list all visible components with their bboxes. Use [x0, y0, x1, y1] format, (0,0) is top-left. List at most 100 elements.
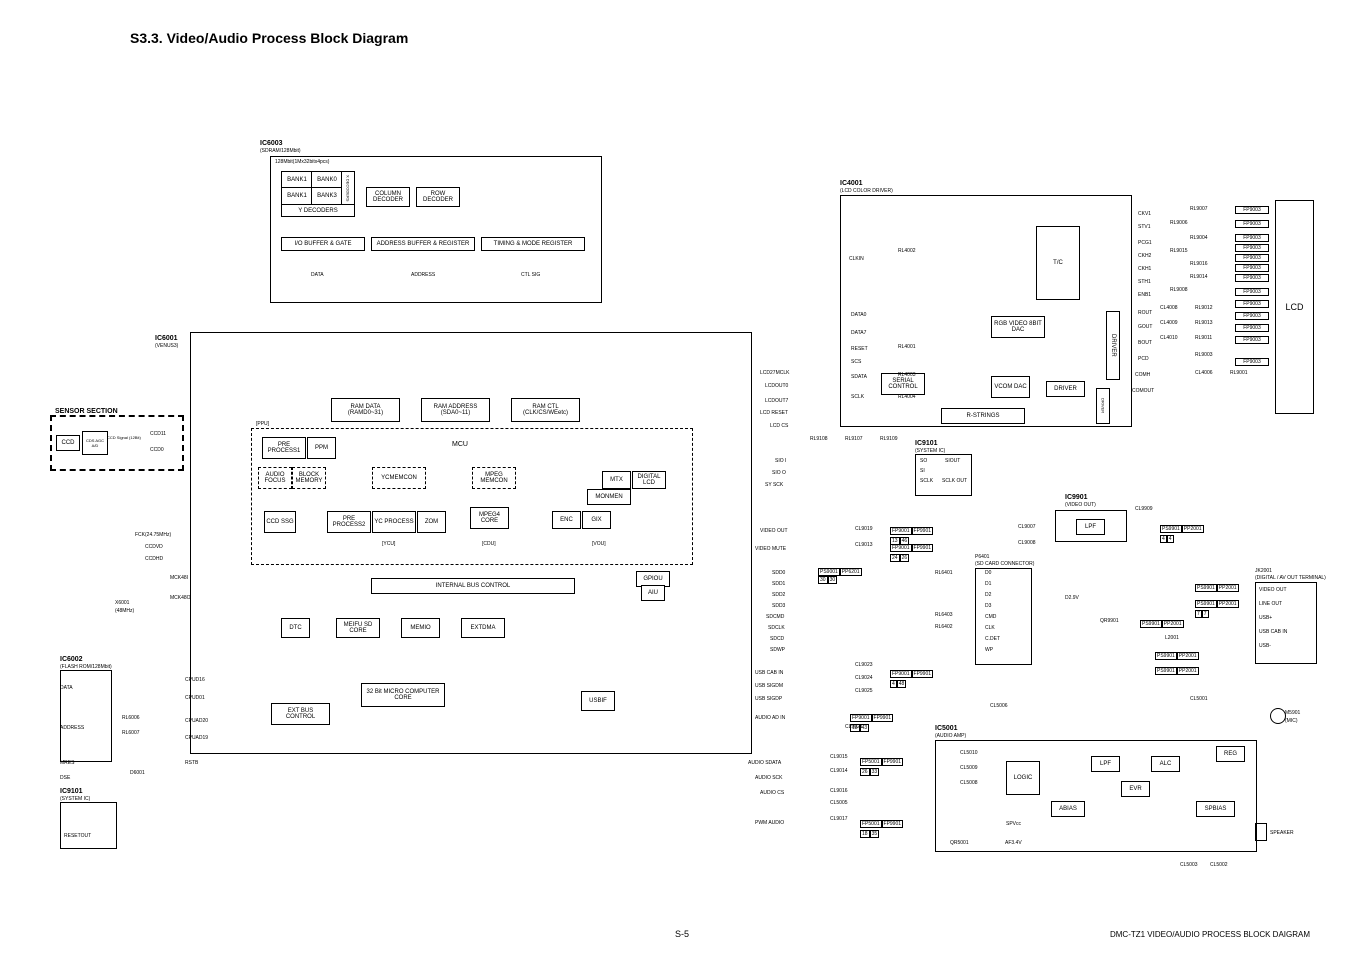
d29v: D2.9V: [1065, 595, 1079, 601]
ps9901c: PS9901: [1195, 600, 1217, 608]
d6001: D6001: [130, 770, 145, 776]
sd-fp-col: PS9001PP6201 3030: [818, 568, 862, 584]
ccdhd: CCDHD: [145, 556, 163, 562]
jk-vo: VIDEO OUT: [1259, 587, 1287, 593]
ram-ctl: RAM CTL (CLK/CS/WEetc): [511, 398, 580, 422]
yc: YC PROCESS: [372, 511, 416, 533]
jk-um: USB-: [1259, 643, 1271, 649]
cds: CDS AGC A/D: [82, 431, 108, 455]
comh: COMH: [1135, 372, 1150, 378]
cl5006: CL5006: [990, 703, 1008, 709]
lcdout7: LCDOUT7: [765, 398, 788, 404]
video-out: VIDEO OUT: [760, 528, 788, 534]
v24: 24: [890, 554, 900, 562]
driver: DRIVER: [1106, 311, 1120, 380]
fp9003-11: FP9003: [1235, 324, 1269, 332]
ic9101r-label: IC9101: [915, 440, 938, 447]
rstring: R-STRINGS: [941, 408, 1025, 424]
ccdssg: CCD SSG: [264, 511, 296, 533]
v4b: 4: [1167, 535, 1174, 543]
fck: FCK(24.75MHz): [135, 532, 171, 538]
cl9025: CL9025: [855, 688, 873, 694]
v26: 26: [900, 554, 910, 562]
fp9003-2: FP9003: [1235, 220, 1269, 228]
xdec: X DECODERS: [341, 171, 355, 205]
ic6003-label: IC6003: [260, 140, 283, 147]
mres: MRES: [60, 760, 74, 766]
audio-sdata: AUDIO SDATA: [748, 760, 781, 766]
reg: REG: [1216, 746, 1245, 762]
comout: COMOUT: [1132, 388, 1154, 394]
ps-pp-3: PS9901PP2001 77: [1195, 598, 1239, 618]
sensor-label: SENSOR SECTION: [55, 408, 118, 415]
ps9901e: PS9901: [1155, 652, 1177, 660]
audio-ad: AUDIO AD IN: [755, 715, 785, 721]
alc: ALC: [1151, 756, 1180, 772]
v18a: 18: [860, 830, 870, 838]
rl6402: RL6402: [935, 624, 953, 630]
sdd1: SDD1: [772, 581, 785, 587]
rl6006: RL6006: [122, 715, 140, 721]
ps-pp-5: PS9901PP2001: [1155, 650, 1199, 660]
vou: [VOU]: [592, 541, 606, 547]
rl6401: RL6401: [935, 570, 953, 576]
cl9024: CL9024: [855, 675, 873, 681]
rl9016: RL9016: [1190, 261, 1208, 267]
ppm: PPM: [307, 437, 336, 459]
ps9001: PS9001: [818, 568, 840, 576]
cl4006: CL4006: [1195, 370, 1213, 376]
af34: AF3.4V: [1005, 840, 1022, 846]
rl9012: RL9012: [1195, 305, 1213, 311]
bank1b: BANK1: [281, 187, 313, 205]
mck48i: MCK48I: [170, 575, 188, 581]
data-lbl: DATA: [311, 272, 324, 278]
si: SI: [920, 468, 925, 474]
block-diagram: IC6003 (SDRAM/128Mbit) 128Mbit(1Mx32bitx…: [60, 140, 1330, 914]
ic6001-label: IC6001: [155, 335, 178, 342]
evr: EVR: [1121, 781, 1150, 797]
ic4001-box: CLKIN T/C DRIVER DRIVER RGB VIDEO 8BIT D…: [840, 195, 1132, 427]
v4a: 4: [1160, 535, 1167, 543]
lpf5001: LPF: [1091, 756, 1120, 772]
wp: WP: [985, 647, 993, 653]
ic5001-box: LOGIC LPF ALC EVR ABIAS SPBIAS REG SPVcc: [935, 740, 1257, 852]
pp2001b: PP2001: [1217, 584, 1239, 592]
rl9109: RL9109: [880, 436, 898, 442]
lcd-box: LCD: [1275, 200, 1314, 414]
enb1: ENB1: [1138, 292, 1151, 298]
cl9017: CL9017: [830, 816, 848, 822]
page-title: S3.3. Video/Audio Process Block Diagram: [130, 30, 408, 46]
v18: 18: [850, 724, 860, 732]
jk-uc: USB CAB IN: [1259, 629, 1287, 635]
fp9003-13: FP9003: [1235, 358, 1269, 366]
cdet: C.DET: [985, 636, 1000, 642]
fp9001u: FP9001: [890, 670, 912, 678]
ps9901d: PS9901: [1140, 620, 1162, 628]
so: SO: [920, 458, 927, 464]
fp9003-8: FP9003: [1235, 288, 1269, 296]
pp6201: PP6201: [840, 568, 862, 576]
ram-data: RAM DATA (RAMD0~31): [331, 398, 400, 422]
ic6001-box: RAM DATA (RAMD0~31) RAM ADDRESS (SDA0~11…: [190, 332, 752, 754]
v7a: 7: [1195, 610, 1202, 618]
usb-sigdp: USB SIGDP: [755, 696, 782, 702]
memio: MEMIO: [401, 618, 440, 638]
ckh2: CKH2: [1138, 253, 1151, 259]
ycu: [YCU]: [382, 541, 395, 547]
sth1: STH1: [1138, 279, 1151, 285]
p6401-sub: (SD CARD CONNECTOR): [975, 561, 1034, 567]
data7: DATA7: [851, 330, 866, 336]
rl6403: RL6403: [935, 612, 953, 618]
ccd0: CCD0: [150, 447, 164, 453]
v26a: 26: [860, 768, 870, 776]
mpegmem: MPEG MEMCON: [472, 467, 516, 489]
rstb: RSTB: [185, 760, 198, 766]
ps-pp-1: PS9901PP2001 44: [1160, 523, 1204, 543]
sio-i: SIO I: [775, 458, 786, 464]
sdd0: SDD0: [772, 570, 785, 576]
fp9003-1: FP9003: [1235, 206, 1269, 214]
cl9016: CL9016: [830, 788, 848, 794]
fp-video-2: FP9001FP9901 2426: [890, 542, 933, 562]
dtc: DTC: [281, 618, 310, 638]
qr5001: QR5001: [950, 840, 969, 846]
